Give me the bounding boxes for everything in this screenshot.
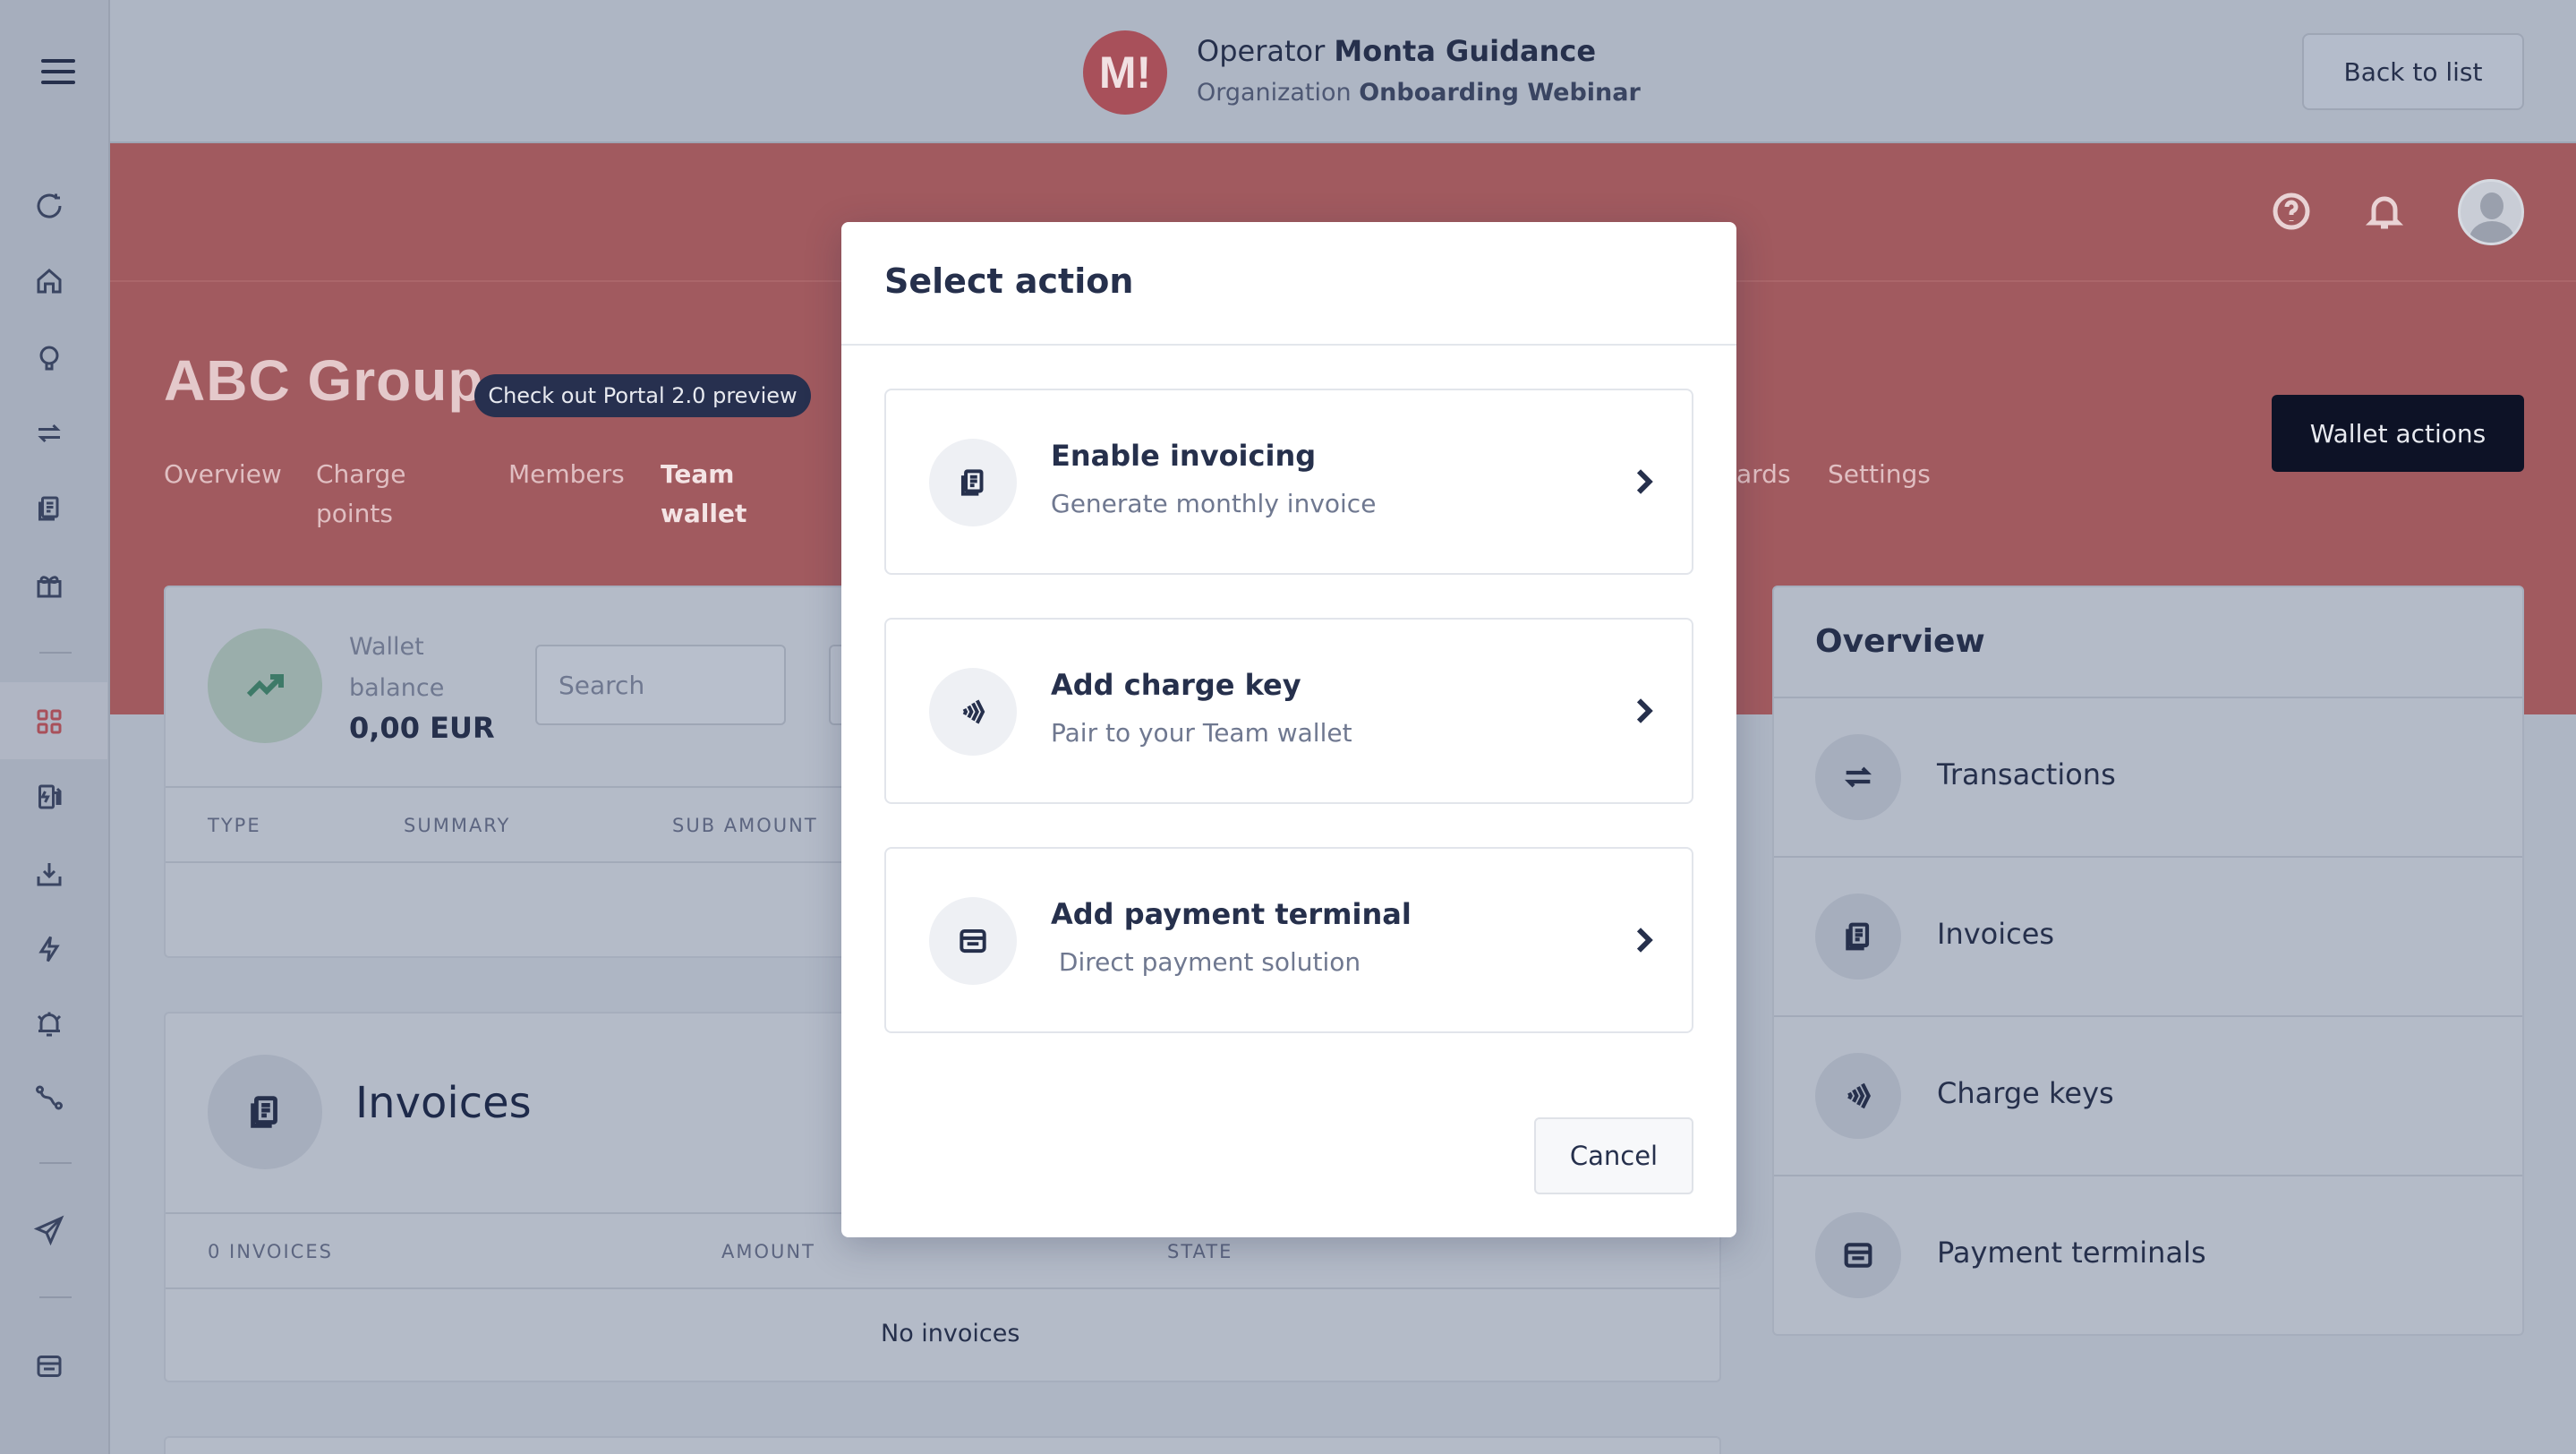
tab-cards[interactable]: ards: [1736, 455, 1791, 494]
nfc-icon: [929, 668, 1017, 756]
invoice-icon: [929, 439, 1017, 526]
lightning-icon[interactable]: [30, 929, 69, 969]
tab-label: Charge: [316, 459, 406, 489]
overview-item-invoices[interactable]: Invoices: [1937, 917, 2054, 951]
overview-item-charge-keys[interactable]: Charge keys: [1937, 1076, 2114, 1110]
action-subtitle: Pair to your Team wallet: [1051, 718, 1352, 748]
overview-divider: [1774, 1175, 2522, 1176]
bell-icon[interactable]: [2363, 190, 2406, 233]
operator-line: Operator Monta Guidance: [1197, 34, 1596, 68]
chevron-right-icon: [1625, 922, 1661, 958]
tab-team-wallet[interactable]: Team wallet: [661, 455, 746, 534]
overview-divider: [1774, 1015, 2522, 1017]
charging-station-icon[interactable]: [30, 777, 69, 817]
route-icon[interactable]: [30, 1078, 69, 1117]
trend-up-icon: [208, 629, 322, 743]
tab-label-line2: points: [316, 499, 393, 528]
transfer-icon[interactable]: [30, 414, 69, 453]
tab-members[interactable]: Members: [508, 455, 625, 494]
wallet-actions-button[interactable]: Wallet actions: [2272, 395, 2524, 472]
nfc-icon: [1815, 1053, 1901, 1139]
avatar-body: [2469, 221, 2514, 243]
modal-divider: [841, 344, 1736, 346]
operator-name: Monta Guidance: [1334, 34, 1597, 68]
invoices-title: Invoices: [355, 1078, 532, 1128]
tab-label: Team: [661, 459, 735, 489]
download-icon[interactable]: [30, 854, 69, 894]
lightbulb-icon[interactable]: [30, 338, 69, 378]
terminal-icon: [1815, 1212, 1901, 1298]
chevron-right-icon: [1625, 464, 1661, 500]
refresh-icon[interactable]: [30, 186, 69, 226]
terminal-icon: [929, 897, 1017, 985]
send-icon[interactable]: [30, 1210, 69, 1250]
avatar-head: [2480, 192, 2503, 219]
tab-label: Overview: [164, 459, 282, 489]
organization-line: Organization Onboarding Webinar: [1197, 79, 1641, 107]
sidebar: [0, 0, 110, 1454]
organization-logo: M!: [1083, 30, 1167, 115]
action-enable-invoicing[interactable]: Enable invoicing Generate monthly invoic…: [884, 389, 1693, 575]
chevron-right-icon: [1625, 693, 1661, 729]
tab-label: Settings: [1828, 459, 1931, 489]
organization-name: Onboarding Webinar: [1359, 79, 1641, 107]
sidebar-divider: [39, 1162, 72, 1164]
sidebar-divider: [39, 1296, 72, 1298]
select-action-modal: Select action Enable invoicing Generate …: [841, 222, 1736, 1237]
invoice-icon[interactable]: [30, 489, 69, 528]
column-header-summary: SUMMARY: [404, 815, 511, 836]
action-title: Add payment terminal: [1051, 897, 1412, 931]
tab-label: ards: [1736, 459, 1791, 489]
transfer-icon: [1815, 734, 1901, 820]
terminal-icon[interactable]: [30, 1347, 69, 1386]
empty-state-text: No invoices: [881, 1320, 1020, 1347]
tab-label: Members: [508, 459, 625, 489]
invoices-card-divider: [166, 1287, 1719, 1289]
search-input[interactable]: Search: [535, 645, 786, 725]
column-header-amount: AMOUNT: [721, 1241, 815, 1262]
invoice-icon: [1815, 894, 1901, 979]
action-add-payment-terminal[interactable]: Add payment terminal Direct payment solu…: [884, 847, 1693, 1033]
portal-preview-badge[interactable]: Check out Portal 2.0 preview: [474, 374, 811, 417]
tab-overview[interactable]: Overview: [164, 455, 282, 494]
tab-label-line2: wallet: [661, 499, 747, 528]
page-title: ABC Group: [164, 348, 484, 413]
overview-item-payment-terminals[interactable]: Payment terminals: [1937, 1236, 2206, 1270]
action-title: Enable invoicing: [1051, 439, 1317, 473]
overview-divider: [1774, 697, 2522, 698]
gift-icon[interactable]: [30, 566, 69, 605]
alarm-bell-icon[interactable]: [30, 1005, 69, 1044]
overview-item-transactions[interactable]: Transactions: [1937, 757, 2116, 791]
wallet-balance-label: Wallet balance: [349, 627, 444, 709]
avatar[interactable]: [2458, 179, 2524, 245]
wallet-balance-label-line2: balance: [349, 674, 445, 702]
action-add-charge-key[interactable]: Add charge key Pair to your Team wallet: [884, 618, 1693, 804]
action-subtitle: Direct payment solution: [1051, 947, 1361, 977]
hamburger-menu-icon[interactable]: [41, 59, 75, 84]
grid-icon[interactable]: [30, 702, 69, 741]
action-title: Add charge key: [1051, 668, 1301, 702]
sidebar-divider: [39, 652, 72, 654]
column-header-type: TYPE: [208, 815, 261, 836]
wallet-balance-value: 0,00 EUR: [349, 711, 495, 745]
tab-charge-points[interactable]: Charge points: [316, 455, 405, 534]
column-header-sub-amount: SUB AMOUNT: [672, 815, 818, 836]
tab-settings[interactable]: Settings: [1828, 455, 1931, 494]
column-header-state: STATE: [1167, 1241, 1233, 1262]
next-card: [164, 1436, 1721, 1454]
cancel-button[interactable]: Cancel: [1534, 1117, 1693, 1194]
overview-title: Overview: [1815, 623, 1985, 660]
modal-title: Select action: [884, 261, 1134, 301]
home-icon[interactable]: [30, 261, 69, 301]
help-icon[interactable]: [2270, 190, 2313, 233]
back-to-list-button[interactable]: Back to list: [2302, 33, 2524, 110]
action-subtitle: Generate monthly invoice: [1051, 489, 1377, 518]
wallet-balance-label-line1: Wallet: [349, 633, 424, 661]
organization-prefix: Organization: [1197, 79, 1352, 107]
overview-divider: [1774, 856, 2522, 858]
operator-prefix: Operator: [1197, 34, 1326, 68]
column-header-invoices-count: 0 INVOICES: [208, 1241, 333, 1262]
top-bar: [110, 0, 2576, 143]
invoice-icon: [208, 1055, 322, 1169]
